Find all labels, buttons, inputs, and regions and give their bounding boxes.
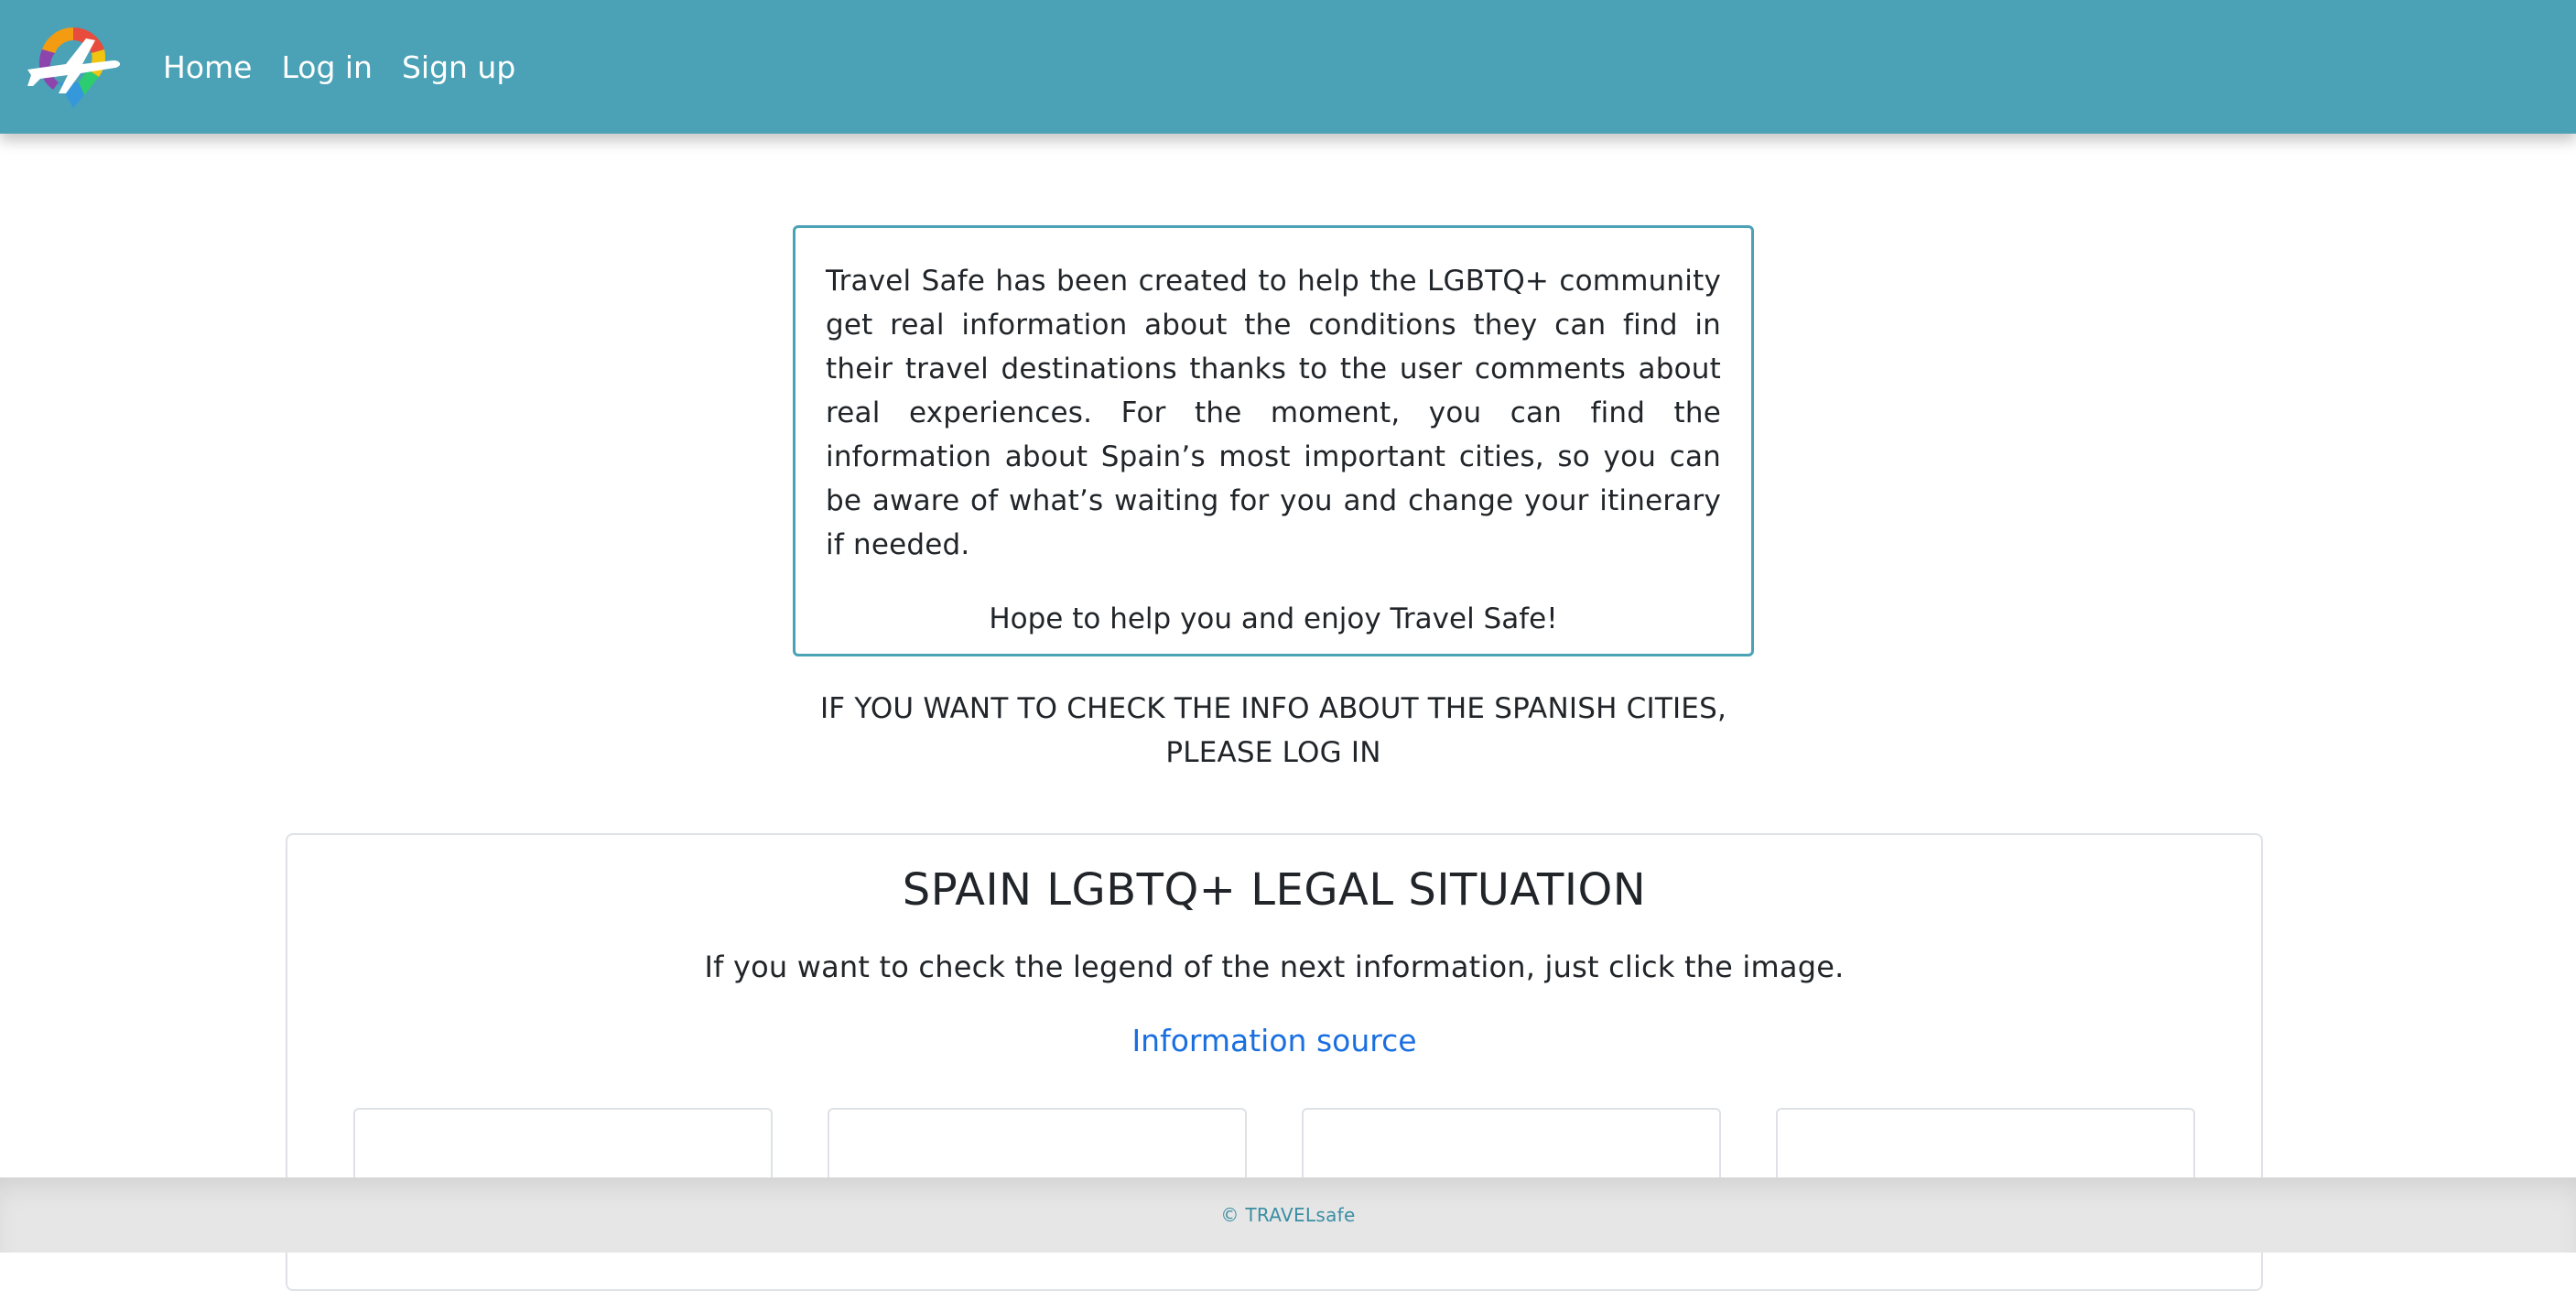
- legal-title: SPAIN LGBTQ+ LEGAL SITUATION: [902, 864, 1647, 916]
- navbar: Home Log in Sign up: [0, 0, 2576, 134]
- footer-copyright: © TRAVELsafe: [1220, 1204, 1356, 1226]
- nav-login-link[interactable]: Log in: [281, 49, 373, 85]
- intro-text: Travel Safe has been created to help the…: [826, 265, 1721, 561]
- login-notice-line2: PLEASE LOG IN: [1165, 736, 1381, 769]
- legal-subtitle: If you want to check the legend of the n…: [704, 949, 1845, 984]
- footer: © TRAVELsafe: [0, 1177, 2576, 1253]
- nav-links: Home Log in Sign up: [163, 0, 545, 134]
- intro-closing: Hope to help you and enjoy Travel Safe!: [989, 602, 1558, 635]
- nav-home-link[interactable]: Home: [163, 49, 252, 85]
- nav-signup-link[interactable]: Sign up: [402, 49, 515, 85]
- information-source-link[interactable]: Information source: [287, 1023, 2261, 1058]
- intro-box: Travel Safe has been created to help the…: [793, 225, 1754, 656]
- login-notice: IF YOU WANT TO CHECK THE INFO ABOUT THE …: [793, 687, 1754, 775]
- login-notice-line1: IF YOU WANT TO CHECK THE INFO ABOUT THE …: [819, 692, 1727, 725]
- rainbow-pin-airplane-logo-icon[interactable]: [22, 18, 124, 114]
